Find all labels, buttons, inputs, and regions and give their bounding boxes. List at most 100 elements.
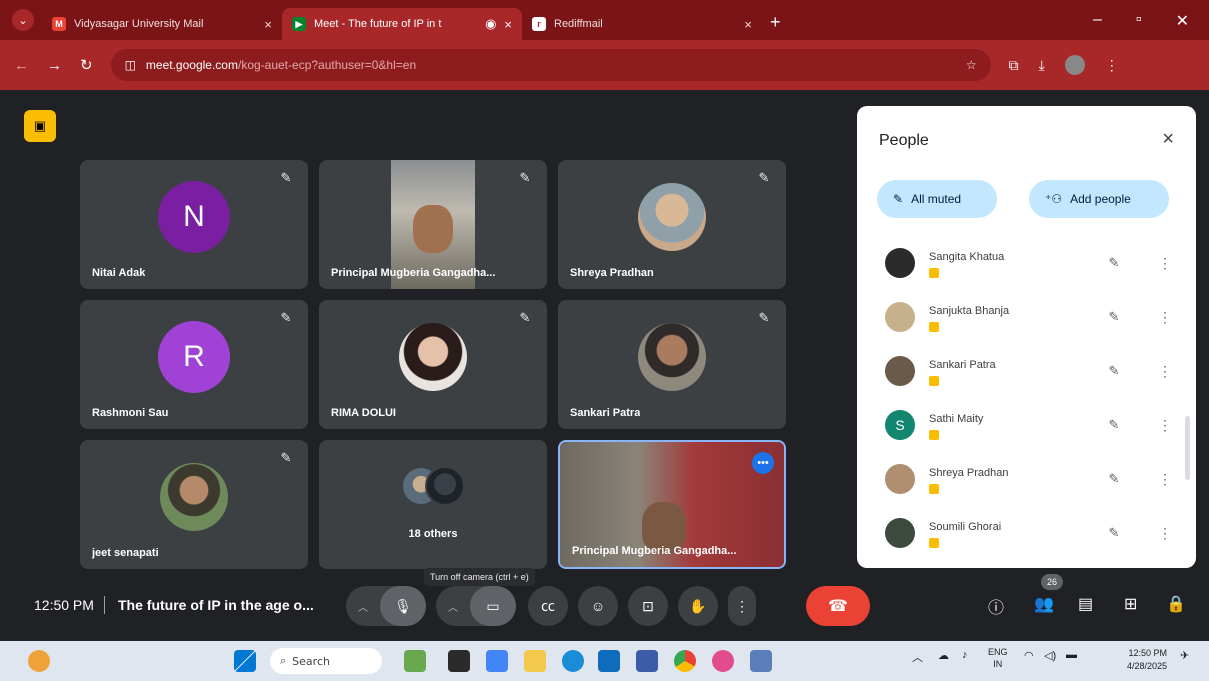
minimize-icon[interactable]: – — [1093, 11, 1102, 31]
mic-off-icon: ✎ — [893, 192, 904, 206]
people-icon[interactable]: 👥 — [1034, 594, 1054, 614]
weather-widget-icon[interactable] — [28, 650, 50, 672]
tab-close-icon[interactable]: × — [744, 17, 752, 32]
tab-rediffmail[interactable]: r Rediffmail × — [522, 8, 762, 40]
camera-options-chevron-icon[interactable]: ︿ — [436, 599, 470, 614]
add-people-label: Add people — [1070, 192, 1131, 206]
tab-search-icon[interactable]: ⌄ — [12, 9, 34, 31]
copilot-icon[interactable] — [486, 650, 508, 672]
search-icon: ⌕ — [280, 654, 287, 667]
reactions-button[interactable]: ☺ — [578, 586, 618, 626]
mic-muted-icon: ✎ — [1108, 309, 1120, 324]
language-indicator[interactable]: ENG IN — [988, 646, 1008, 670]
widgets-icon[interactable] — [404, 650, 426, 672]
close-panel-icon[interactable]: × — [1162, 128, 1174, 151]
participant-tile[interactable]: ✎ N Nitai Adak — [80, 160, 308, 289]
app-l-icon[interactable] — [636, 650, 658, 672]
more-options-button[interactable]: ⋮ — [728, 586, 756, 626]
present-button[interactable]: ⊡ — [628, 586, 668, 626]
participant-tile[interactable]: ✎ RIMA DOLUI — [319, 300, 547, 429]
onedrive-icon[interactable]: ☁ — [938, 649, 949, 662]
mic-options-chevron-icon[interactable]: ︿ — [346, 599, 380, 614]
tab-meet[interactable]: ▶ Meet - The future of IP in t ◉ × — [282, 8, 522, 40]
host-controls-icon[interactable]: 🔒 — [1166, 594, 1186, 614]
more-options-icon[interactable]: ⋮ — [1158, 255, 1172, 272]
raise-hand-button[interactable]: ✋ — [678, 586, 718, 626]
new-tab-button[interactable]: + — [770, 12, 781, 33]
mic-icon[interactable]: 🎙 — [380, 586, 426, 626]
chrome-icon[interactable] — [674, 650, 696, 672]
task-view-icon[interactable] — [448, 650, 470, 672]
mic-muted-icon: ✎ — [1108, 255, 1120, 270]
back-icon[interactable]: ← — [14, 57, 29, 74]
more-options-icon[interactable]: ⋮ — [1158, 471, 1172, 488]
app-icon[interactable] — [712, 650, 734, 672]
more-options-icon[interactable]: ⋮ — [1158, 363, 1172, 380]
participant-tile[interactable]: ✎ Principal Mugberia Gangadha... — [319, 160, 547, 289]
edge-icon[interactable] — [562, 650, 584, 672]
activities-icon[interactable]: ⊞ — [1124, 594, 1137, 614]
captions-button[interactable]: ㏄ — [528, 586, 568, 626]
wifi-icon[interactable]: ◠ — [1024, 649, 1034, 662]
list-item[interactable]: Soumili Ghorai ✎ ⋮ — [857, 506, 1196, 560]
end-call-icon: ☎ — [828, 598, 848, 615]
battery-icon[interactable]: ▬ — [1066, 649, 1077, 661]
tray-chevron-icon[interactable]: ︿ — [912, 649, 923, 665]
present-screen-icon: ⊡ — [642, 597, 654, 614]
store-icon[interactable] — [598, 650, 620, 672]
more-options-icon[interactable]: ⋮ — [1158, 525, 1172, 542]
leave-call-button[interactable]: ☎ — [806, 586, 870, 626]
scrollbar[interactable] — [1185, 416, 1190, 480]
list-item[interactable]: Shreya Pradhan ✎ ⋮ — [857, 452, 1196, 506]
more-options-icon[interactable]: ⋮ — [1158, 309, 1172, 326]
all-muted-button[interactable]: ✎ All muted — [877, 180, 997, 218]
taskbar-search[interactable]: ⌕ Search — [270, 648, 382, 674]
list-item[interactable]: Sankari Patra ✎ ⋮ — [857, 344, 1196, 398]
volume-icon[interactable]: ◁) — [1044, 649, 1056, 662]
tab-vidyasagar-mail[interactable]: M Vidyasagar University Mail × — [42, 8, 282, 40]
bookmark-star-icon[interactable]: ☆ — [966, 58, 977, 72]
profile-avatar[interactable] — [1064, 55, 1085, 75]
list-item[interactable]: Sanjukta Bhanja ✎ ⋮ — [857, 290, 1196, 344]
forward-icon[interactable]: → — [47, 57, 62, 74]
file-explorer-icon[interactable] — [524, 650, 546, 672]
meeting-info-icon[interactable]: ⓘ — [988, 594, 1004, 618]
participant-tile[interactable]: ✎ R Rashmoni Sau — [80, 300, 308, 429]
tab-close-icon[interactable]: × — [264, 17, 272, 32]
camera-off-indicator-icon[interactable]: ▣ — [24, 110, 56, 142]
address-bar[interactable]: ◫ meet.google.com/kog-auet-ecp?authuser=… — [110, 49, 991, 81]
mic-control[interactable]: ︿ 🎙 — [346, 586, 426, 626]
tab-close-icon[interactable]: × — [504, 17, 512, 32]
toolbar-right: ⧉ ⤓ ⋮ — [1009, 55, 1119, 75]
participant-video-face — [413, 205, 453, 253]
camera-control[interactable]: ︿ ▭ — [436, 586, 516, 626]
list-item[interactable]: Sangita Khatua ✎ ⋮ — [857, 236, 1196, 290]
start-icon[interactable] — [234, 650, 256, 672]
camera-icon[interactable]: ▭ — [470, 586, 516, 626]
browser-menu-icon[interactable]: ⋮ — [1105, 57, 1119, 74]
more-options-icon[interactable]: ⋮ — [1158, 417, 1172, 434]
gmail-icon: M — [52, 17, 66, 31]
self-video-tile[interactable]: ••• Principal Mugberia Gangadha... — [558, 440, 786, 569]
extensions-icon[interactable]: ⧉ — [1009, 57, 1019, 74]
participant-name: Nitai Adak — [92, 267, 146, 279]
download-icon[interactable]: ⤓ — [1039, 57, 1045, 74]
reload-icon[interactable]: ↻ — [80, 56, 93, 74]
site-info-icon[interactable]: ◫ — [125, 58, 136, 72]
others-tile[interactable]: 18 others — [319, 440, 547, 569]
add-people-button[interactable]: ⁺⚇ Add people — [1029, 180, 1169, 218]
app-icon[interactable] — [750, 650, 772, 672]
participant-tile[interactable]: ✎ Shreya Pradhan — [558, 160, 786, 289]
chat-icon[interactable]: ▤ — [1078, 594, 1093, 614]
participant-name: Soumili Ghorai — [929, 521, 1002, 533]
participant-tile[interactable]: ✎ Sankari Patra — [558, 300, 786, 429]
close-window-icon[interactable]: ✕ — [1176, 11, 1189, 31]
mic-tray-icon[interactable]: ♪ — [962, 649, 968, 661]
maximize-icon[interactable]: ▫ — [1136, 11, 1142, 31]
avatar — [160, 462, 228, 531]
notifications-icon[interactable]: ✈ — [1180, 649, 1189, 662]
system-clock[interactable]: 12:50 PM 4/28/2025 — [1127, 647, 1167, 673]
more-options-icon[interactable]: ••• — [752, 452, 774, 474]
participant-tile[interactable]: ✎ jeet senapati — [80, 440, 308, 569]
list-item[interactable]: S Sathi Maity ✎ ⋮ — [857, 398, 1196, 452]
